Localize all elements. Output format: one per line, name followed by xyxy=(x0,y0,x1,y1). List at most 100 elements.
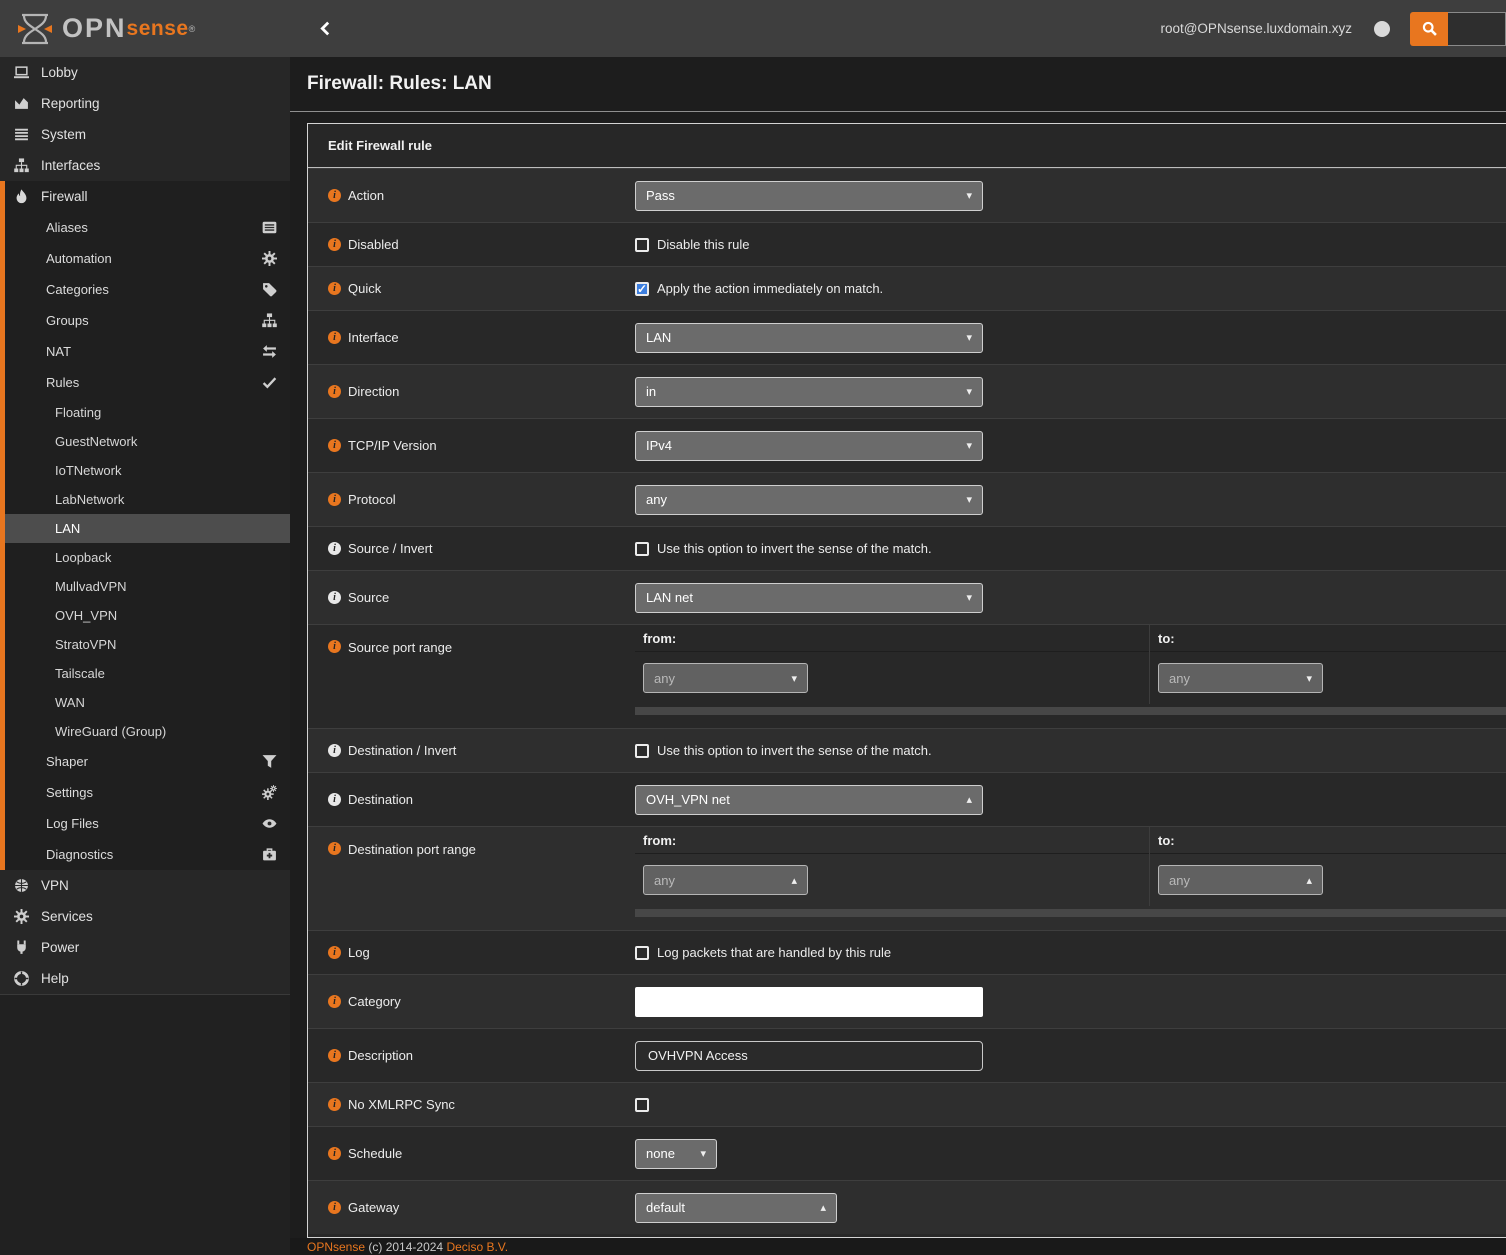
sidebar-item-label: Rules xyxy=(46,375,79,390)
sidebar-item-services[interactable]: Services xyxy=(0,901,290,932)
tcpip-version-select[interactable]: IPv4 xyxy=(635,431,983,461)
tcpip-version-row: TCP/IP Version IPv4 xyxy=(308,418,1506,472)
caret-down-icon xyxy=(966,591,972,604)
sidebar-item-rules-loopback[interactable]: Loopback xyxy=(5,543,290,572)
sidebar-item-firewall[interactable]: Firewall xyxy=(5,181,290,212)
sidebar-item-categories[interactable]: Categories xyxy=(5,274,290,305)
sidebar-item-rules-tailscale[interactable]: Tailscale xyxy=(5,659,290,688)
sidebar-item-rules-wireguard-group[interactable]: WireGuard (Group) xyxy=(5,717,290,746)
sidebar-item-label: Floating xyxy=(55,405,101,420)
sidebar-item-groups[interactable]: Groups xyxy=(5,305,290,336)
log-row: Log Log packets that are handled by this… xyxy=(308,930,1506,974)
source-invert-checkbox[interactable] xyxy=(635,542,649,556)
field-label: Log xyxy=(348,945,370,960)
action-select[interactable]: Pass xyxy=(635,181,983,211)
info-icon[interactable] xyxy=(328,744,341,757)
caret-down-icon xyxy=(966,493,972,506)
sidebar-item-reporting[interactable]: Reporting xyxy=(0,88,290,119)
info-icon[interactable] xyxy=(328,385,341,398)
destination-select[interactable]: OVH_VPN net xyxy=(635,785,983,815)
no-xmlrpc-sync-checkbox[interactable] xyxy=(635,1098,649,1112)
sidebar-item-rules-floating[interactable]: Floating xyxy=(5,398,290,427)
info-icon[interactable] xyxy=(328,1049,341,1062)
description-input[interactable] xyxy=(635,1041,983,1071)
info-icon[interactable] xyxy=(328,995,341,1008)
sidebar-item-rules[interactable]: Rules xyxy=(5,367,290,398)
destination-invert-checkbox[interactable] xyxy=(635,744,649,758)
caret-down-icon xyxy=(700,1147,706,1160)
sidebar-item-rules-mullvadvpn[interactable]: MullvadVPN xyxy=(5,572,290,601)
sidebar-item-rules-lan[interactable]: LAN xyxy=(5,514,290,543)
sidebar-item-rules-stratovpn[interactable]: StratoVPN xyxy=(5,630,290,659)
horizontal-scrollbar[interactable] xyxy=(635,707,1506,715)
sidebar-item-rules-labnetwork[interactable]: LabNetwork xyxy=(5,485,290,514)
search-input[interactable] xyxy=(1448,12,1506,46)
info-icon[interactable] xyxy=(328,640,341,653)
info-icon[interactable] xyxy=(328,189,341,202)
info-icon[interactable] xyxy=(328,842,341,855)
source-port-to-select[interactable]: any xyxy=(1158,663,1323,693)
status-dot[interactable] xyxy=(1374,21,1390,37)
destination-port-from-select[interactable]: any xyxy=(643,865,808,895)
brand-opn-text: OPN xyxy=(62,13,127,44)
sidebar-item-vpn[interactable]: VPN xyxy=(0,870,290,901)
deciso-link[interactable]: Deciso B.V. xyxy=(446,1240,508,1254)
sidebar-item-diagnostics[interactable]: Diagnostics xyxy=(5,839,290,870)
log-checkbox[interactable] xyxy=(635,946,649,960)
page-title: Firewall: Rules: LAN xyxy=(307,73,492,95)
sidebar-item-interfaces[interactable]: Interfaces xyxy=(0,150,290,181)
field-label: Direction xyxy=(348,384,399,399)
sidebar-item-rules-iotnetwork[interactable]: IoTNetwork xyxy=(5,456,290,485)
sidebar-collapse-button[interactable] xyxy=(318,21,333,36)
sidebar-item-label: Lobby xyxy=(41,65,78,80)
sidebar-item-rules-guestnetwork[interactable]: GuestNetwork xyxy=(5,427,290,456)
horizontal-scrollbar[interactable] xyxy=(635,909,1506,917)
sidebar-item-rules-ovh-vpn[interactable]: OVH_VPN xyxy=(5,601,290,630)
protocol-select[interactable]: any xyxy=(635,485,983,515)
opnsense-link[interactable]: OPNsense xyxy=(307,1240,365,1254)
sidebar-item-nat[interactable]: NAT xyxy=(5,336,290,367)
schedule-select[interactable]: none xyxy=(635,1139,717,1169)
tag-icon xyxy=(262,282,277,297)
opnsense-logo[interactable]: OPNsense® xyxy=(0,13,290,45)
direction-select[interactable]: in xyxy=(635,377,983,407)
info-icon[interactable] xyxy=(328,493,341,506)
info-icon[interactable] xyxy=(328,238,341,251)
gateway-select[interactable]: default xyxy=(635,1193,837,1223)
destination-port-to-select[interactable]: any xyxy=(1158,865,1323,895)
field-label: Schedule xyxy=(348,1146,402,1161)
port-from-header: from: xyxy=(635,827,1149,854)
sidebar-item-settings[interactable]: Settings xyxy=(5,777,290,808)
sidebar-item-label: Loopback xyxy=(55,550,111,565)
interface-select[interactable]: LAN xyxy=(635,323,983,353)
sidebar-item-log-files[interactable]: Log Files xyxy=(5,808,290,839)
sidebar-item-automation[interactable]: Automation xyxy=(5,243,290,274)
caret-down-icon xyxy=(1306,672,1312,685)
sidebar-item-rules-wan[interactable]: WAN xyxy=(5,688,290,717)
source-port-from-select[interactable]: any xyxy=(643,663,808,693)
quick-checkbox[interactable] xyxy=(635,282,649,296)
sidebar-item-aliases[interactable]: Aliases xyxy=(5,212,290,243)
info-icon[interactable] xyxy=(328,1147,341,1160)
field-label: Source / Invert xyxy=(348,541,433,556)
search-button[interactable] xyxy=(1410,12,1448,46)
category-input[interactable] xyxy=(635,987,983,1017)
info-icon[interactable] xyxy=(328,439,341,452)
info-icon[interactable] xyxy=(328,946,341,959)
info-icon[interactable] xyxy=(328,1098,341,1111)
sidebar-item-lobby[interactable]: Lobby xyxy=(0,57,290,88)
sidebar-item-shaper[interactable]: Shaper xyxy=(5,746,290,777)
info-icon[interactable] xyxy=(328,542,341,555)
info-icon[interactable] xyxy=(328,331,341,344)
sidebar-item-power[interactable]: Power xyxy=(0,932,290,963)
info-icon[interactable] xyxy=(328,282,341,295)
caret-down-icon xyxy=(966,385,972,398)
sidebar-item-system[interactable]: System xyxy=(0,119,290,150)
info-icon[interactable] xyxy=(328,1201,341,1214)
info-icon[interactable] xyxy=(328,793,341,806)
source-select[interactable]: LAN net xyxy=(635,583,983,613)
sidebar-item-help[interactable]: Help xyxy=(0,963,290,994)
disabled-checkbox[interactable] xyxy=(635,238,649,252)
source-port-range-row: Source port range from: to: any xyxy=(308,624,1506,728)
info-icon[interactable] xyxy=(328,591,341,604)
